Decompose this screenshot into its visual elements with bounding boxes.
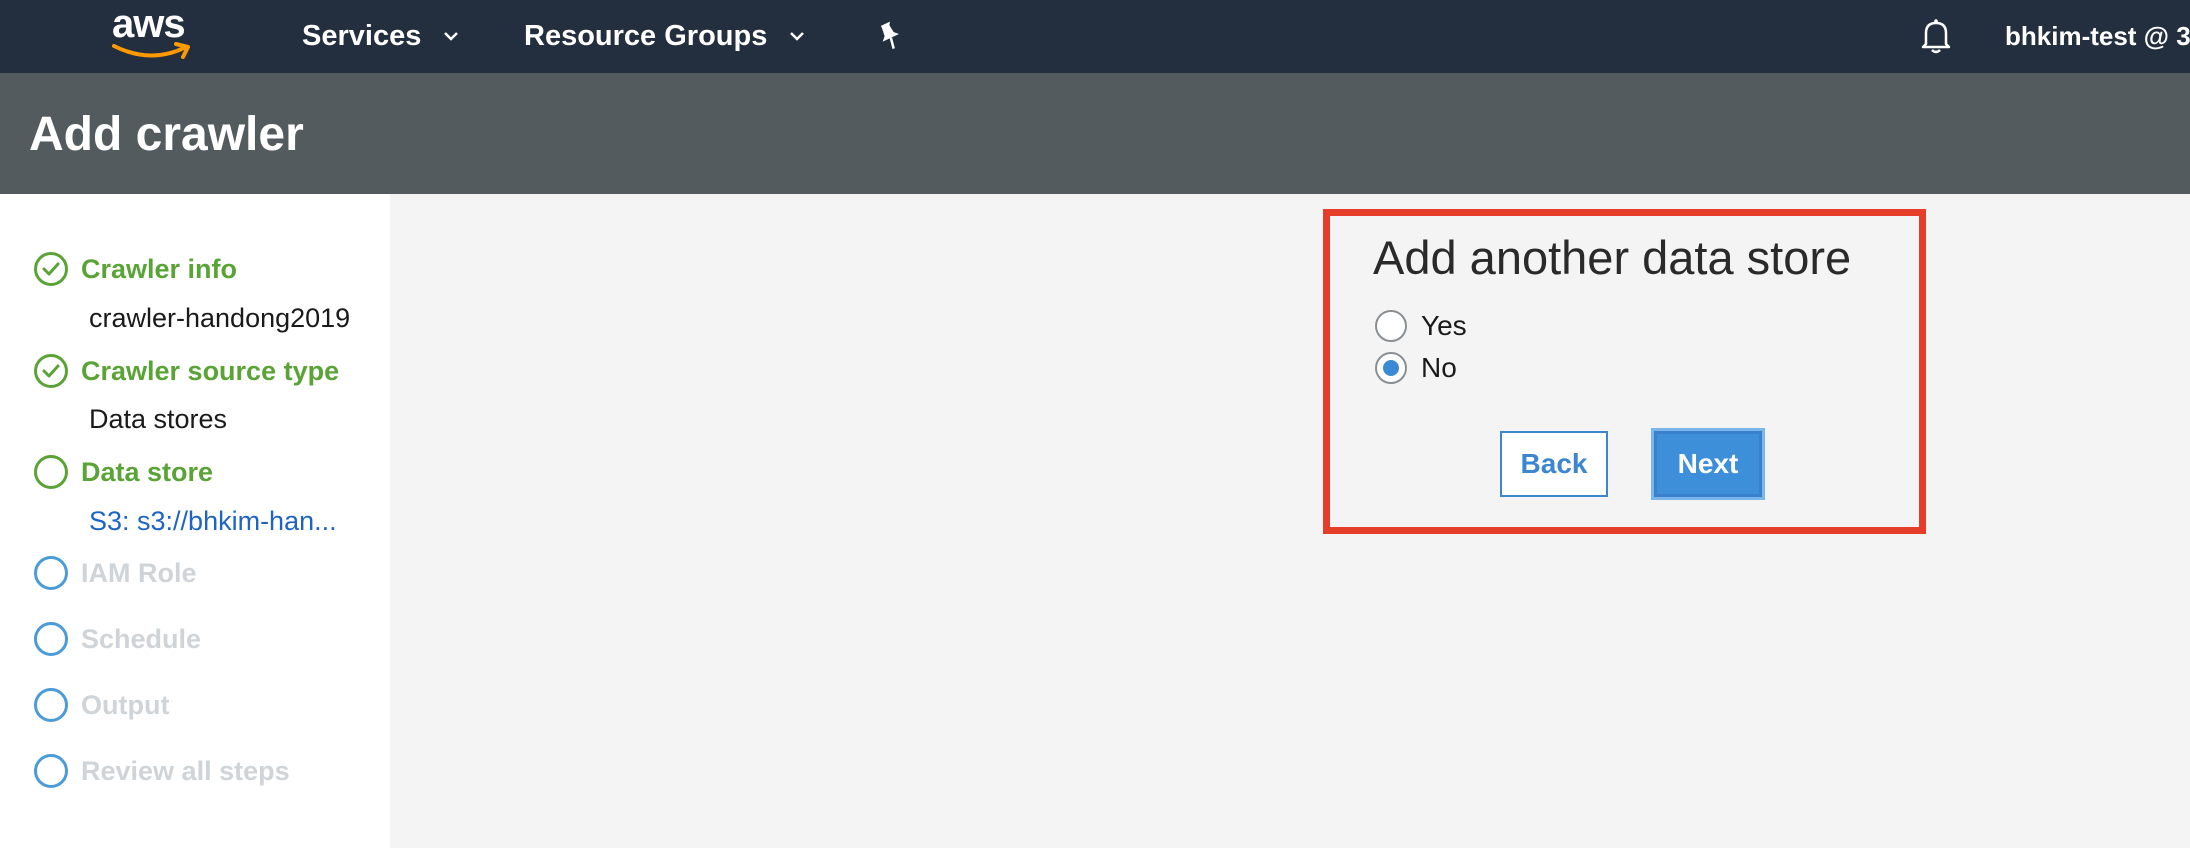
resource-groups-menu-label: Resource Groups (524, 20, 768, 52)
step-detail-crawler-name: crawler-handong2019 (89, 303, 351, 333)
aws-smile-icon (112, 42, 190, 59)
step-schedule: Schedule (33, 621, 201, 657)
check-circle-icon (34, 354, 68, 388)
step-label: IAM Role (81, 558, 197, 588)
add-data-store-panel: Add another data store Yes No Back Next (1323, 209, 1926, 534)
circle-icon (34, 556, 68, 590)
step-label: Crawler info (81, 254, 238, 284)
circle-icon (34, 622, 68, 656)
resource-groups-menu[interactable]: Resource Groups (524, 18, 809, 54)
chevron-down-icon (790, 32, 805, 41)
step-label: Crawler source type (81, 356, 340, 386)
step-iam-role: IAM Role (33, 555, 197, 591)
services-menu-label: Services (302, 20, 422, 52)
radio-label: No (1421, 352, 1457, 383)
next-button[interactable]: Next (1654, 431, 1762, 497)
step-detail-data-store-link[interactable]: S3: s3://bhkim-han... (89, 504, 379, 538)
pin-icon[interactable] (874, 20, 906, 52)
circle-icon (34, 455, 68, 489)
step-output: Output (33, 687, 169, 723)
radio-label: Yes (1421, 310, 1467, 341)
page-header: Add crawler (0, 73, 2190, 194)
aws-logo[interactable]: aws (108, 2, 198, 64)
step-crawler-source-type[interactable]: Crawler source type (33, 353, 339, 389)
chevron-down-icon (444, 32, 459, 41)
back-button[interactable]: Back (1500, 431, 1608, 497)
step-crawler-info[interactable]: Crawler info (33, 251, 237, 287)
radio-option-no[interactable]: No (1375, 351, 1457, 385)
step-review-all-steps: Review all steps (33, 753, 290, 789)
step-data-store[interactable]: Data store (33, 454, 213, 490)
account-menu[interactable]: bhkim-test @ 3 (2005, 18, 2190, 54)
step-label: Output (81, 690, 170, 720)
step-label: Schedule (81, 624, 202, 654)
radio-button-checked[interactable] (1375, 352, 1407, 384)
step-label: Data store (81, 457, 214, 487)
page-title: Add crawler (29, 108, 304, 161)
radio-button[interactable] (1375, 310, 1407, 342)
top-navigation-bar: aws Services Resource Groups bhkim-test … (0, 0, 2190, 73)
wizard-steps-sidebar: Crawler info crawler-handong2019 Crawler… (0, 194, 390, 848)
radio-option-yes[interactable]: Yes (1375, 309, 1467, 343)
circle-icon (34, 754, 68, 788)
bell-icon[interactable] (1918, 16, 1954, 56)
step-detail-source-type: Data stores (89, 404, 228, 434)
panel-title: Add another data store (1373, 231, 1852, 284)
step-label: Review all steps (81, 756, 290, 786)
check-circle-icon (34, 252, 68, 286)
circle-icon (34, 688, 68, 722)
services-menu[interactable]: Services (302, 18, 463, 54)
